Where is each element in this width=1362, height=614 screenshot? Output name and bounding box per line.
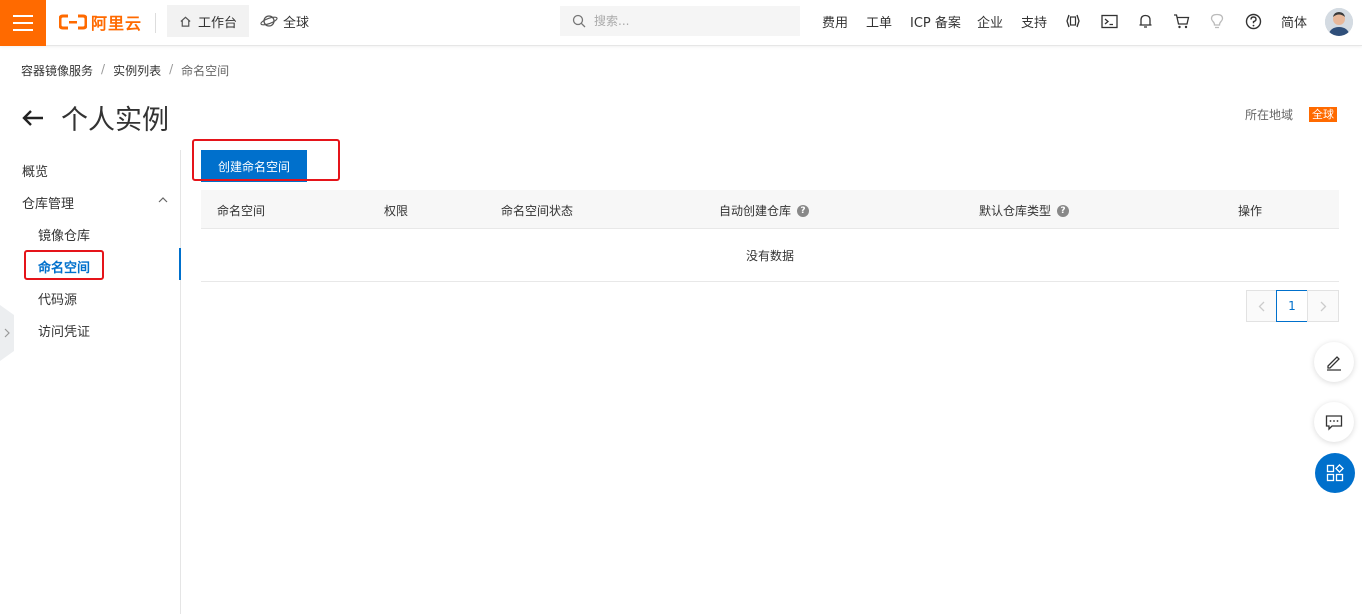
empty-state: 没有数据 xyxy=(201,229,1339,282)
namespace-table: 命名空间 权限 命名空间状态 自动创建仓库 ? 默认仓库类型 ? 操作 没有数据 xyxy=(201,190,1339,282)
table-header: 命名空间 权限 命名空间状态 自动创建仓库 ? 默认仓库类型 ? 操作 xyxy=(201,190,1339,229)
apps-float-button[interactable] xyxy=(1315,453,1355,493)
column-header-namespace-status: 命名空间状态 xyxy=(501,204,574,218)
top-navigation-bar: 阿里云 工作台 全球 费用 工单 ICP 备案 企业 支持 xyxy=(0,0,1362,46)
edit-float-button[interactable] xyxy=(1314,342,1354,382)
globe-icon xyxy=(260,15,278,27)
language-switch[interactable]: 简体 xyxy=(1281,0,1307,42)
cart-icon[interactable] xyxy=(1172,12,1190,30)
api-icon[interactable] xyxy=(1064,12,1082,30)
sidebar-item-namespaces[interactable]: 命名空间 xyxy=(38,257,90,276)
back-arrow-icon[interactable] xyxy=(21,108,45,128)
apps-icon xyxy=(1326,464,1344,482)
region-badge: 全球 xyxy=(1309,107,1337,122)
breadcrumb: 容器镜像服务 / 实例列表 / 命名空间 xyxy=(21,62,229,79)
sidebar-item-code-source[interactable]: 代码源 xyxy=(38,289,77,308)
help-icon[interactable] xyxy=(1244,12,1262,30)
logo[interactable]: 阿里云 xyxy=(59,11,142,33)
question-icon[interactable]: ? xyxy=(797,204,810,217)
sidebar-divider xyxy=(180,150,181,614)
ticket-menu[interactable]: 工单 xyxy=(866,0,892,42)
global-label: 全球 xyxy=(283,15,310,31)
terminal-icon[interactable] xyxy=(1100,12,1118,30)
enterprise-menu[interactable]: 企业 xyxy=(977,0,1003,42)
region-label: 所在地域 xyxy=(1245,108,1294,122)
empty-text: 没有数据 xyxy=(745,248,794,263)
column-header-actions: 操作 xyxy=(1238,204,1263,218)
lightbulb-icon[interactable] xyxy=(1208,12,1226,30)
breadcrumb-link-instance-list[interactable]: 实例列表 xyxy=(113,62,161,79)
sidebar-item-image-repos[interactable]: 镜像仓库 xyxy=(38,225,90,244)
column-header-auto-create-repo: 自动创建仓库 ? xyxy=(719,202,810,219)
bell-icon[interactable] xyxy=(1136,12,1154,30)
search-icon xyxy=(572,14,586,28)
column-header-permission: 权限 xyxy=(384,204,409,218)
create-namespace-button[interactable]: 创建命名空间 xyxy=(201,150,307,182)
breadcrumb-current: 命名空间 xyxy=(181,64,230,78)
chevron-right-icon xyxy=(4,328,10,338)
chat-float-button[interactable] xyxy=(1314,402,1354,442)
icp-menu[interactable]: ICP 备案 xyxy=(910,0,961,42)
divider xyxy=(155,13,156,33)
column-header-namespace: 命名空间 xyxy=(217,204,266,218)
avatar[interactable] xyxy=(1325,8,1353,36)
pagination-next[interactable] xyxy=(1307,290,1339,322)
edit-icon xyxy=(1327,356,1341,371)
question-icon[interactable]: ? xyxy=(1057,204,1070,217)
chevron-right-icon xyxy=(1320,301,1326,311)
sidebar-item-access-credentials[interactable]: 访问凭证 xyxy=(38,321,90,340)
workbench-link[interactable]: 工作台 xyxy=(167,5,249,37)
search-box[interactable] xyxy=(560,6,800,36)
sidebar-item-repo-management[interactable]: 仓库管理 xyxy=(22,193,74,212)
billing-menu[interactable]: 费用 xyxy=(822,0,848,42)
breadcrumb-separator: / xyxy=(169,62,174,76)
breadcrumb-separator: / xyxy=(101,62,106,76)
pagination-prev[interactable] xyxy=(1246,290,1277,322)
sidebar-active-indicator xyxy=(179,248,181,280)
global-region-link[interactable]: 全球 xyxy=(260,5,309,37)
chat-icon xyxy=(1325,414,1343,431)
pagination-page[interactable]: 1 xyxy=(1276,290,1308,322)
support-menu[interactable]: 支持 xyxy=(1021,0,1047,42)
page-title: 个人实例 xyxy=(61,105,169,136)
column-header-default-repo-type: 默认仓库类型 ? xyxy=(979,202,1070,219)
page-header: 个人实例 xyxy=(21,98,169,137)
home-icon xyxy=(180,16,191,27)
breadcrumb-link-container-registry[interactable]: 容器镜像服务 xyxy=(21,62,93,79)
chevron-left-icon xyxy=(1258,301,1265,311)
sidebar-item-overview[interactable]: 概览 xyxy=(22,161,48,180)
workbench-label: 工作台 xyxy=(197,15,237,31)
aliyun-logo-icon xyxy=(59,14,87,30)
logo-text: 阿里云 xyxy=(91,14,143,33)
menu-icon[interactable] xyxy=(0,0,46,46)
search-input[interactable] xyxy=(594,14,784,28)
chevron-up-icon[interactable] xyxy=(158,196,168,204)
sidebar xyxy=(0,150,181,614)
